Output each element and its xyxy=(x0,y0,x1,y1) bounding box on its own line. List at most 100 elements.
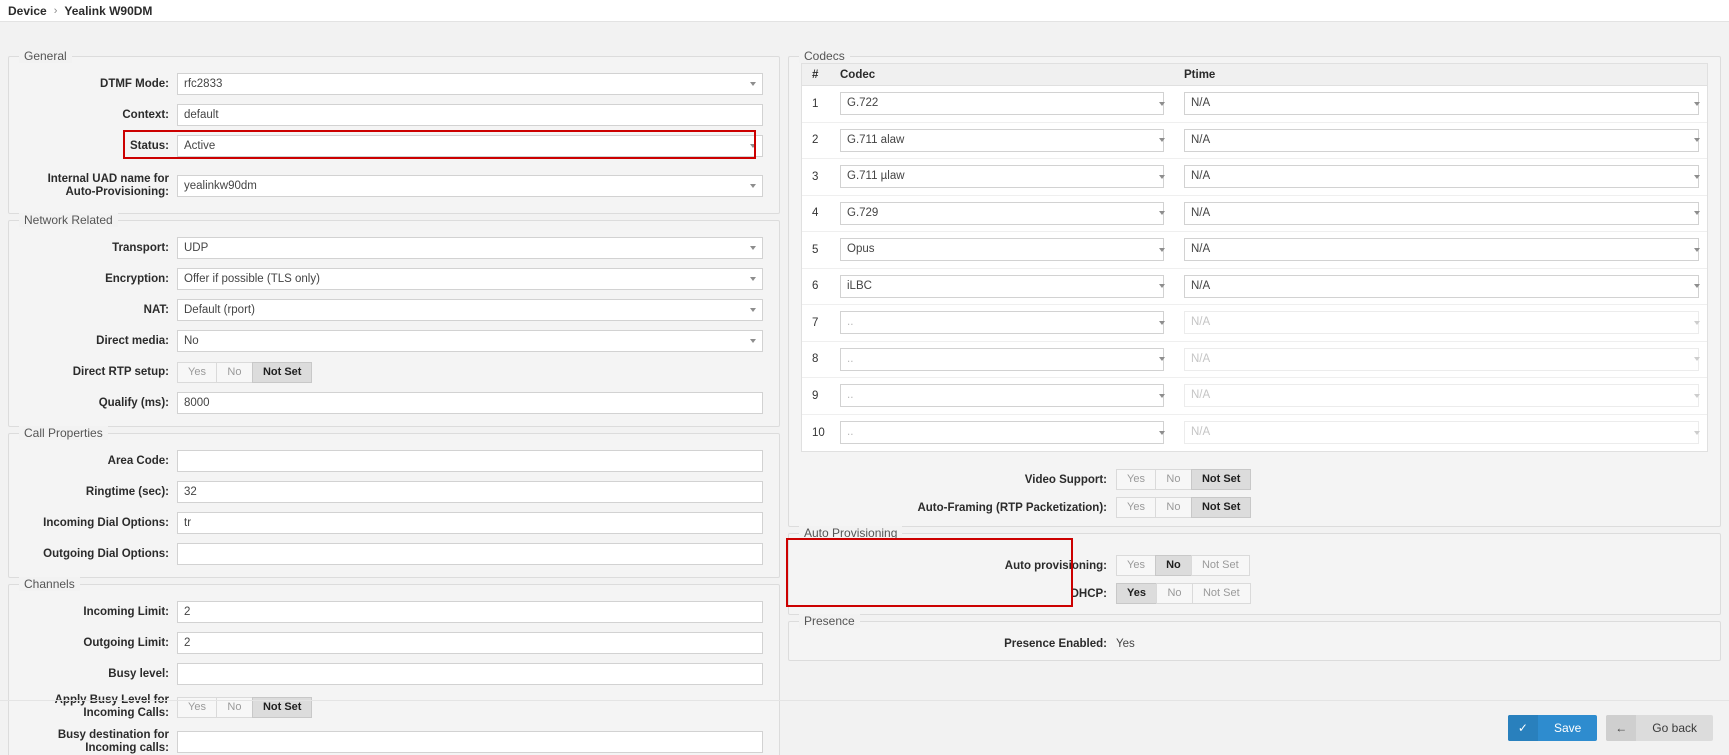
ringtime-input[interactable]: 32 xyxy=(177,481,763,503)
breadcrumb-item-current[interactable]: Yealink W90DM xyxy=(64,4,152,18)
incoming-dial-options-input[interactable]: tr xyxy=(177,512,763,534)
field-area-code-label: Area Code: xyxy=(107,454,169,467)
field-internal-uad-name: Internal UAD name for Auto-Provisioning:… xyxy=(25,173,763,199)
field-encryption-label: Encryption: xyxy=(105,272,169,285)
incoming-limit-input[interactable]: 2 xyxy=(177,601,763,623)
save-button-label: Save xyxy=(1553,721,1582,735)
direct-rtp-setup-option-yes[interactable]: Yes xyxy=(177,361,216,383)
footer-actions: ✓ Save ← Go back xyxy=(1499,715,1713,741)
group-general: General DTMF Mode: rfc2833 Context: defa… xyxy=(8,49,780,214)
group-channels: Channels Incoming Limit: 2 Outgoing Limi… xyxy=(8,577,780,755)
codec-select[interactable]: .. xyxy=(840,421,1164,445)
codec-select[interactable]: .. xyxy=(840,384,1164,408)
field-direct-media-label: Direct media: xyxy=(96,334,169,347)
video-support-option-not-set[interactable]: Not Set xyxy=(1190,469,1252,490)
field-apply-busy-level: Apply Busy Level for Incoming Calls: Yes… xyxy=(25,694,763,720)
left-column: General DTMF Mode: rfc2833 Context: defa… xyxy=(8,49,780,755)
codec-select[interactable]: .. xyxy=(840,347,1164,371)
codec-col-codec-header: Codec xyxy=(840,68,876,81)
table-row: 3 G.711 µlaw N/A xyxy=(802,159,1707,196)
ptime-select[interactable]: N/A xyxy=(1184,421,1699,445)
busy-level-input[interactable] xyxy=(177,663,763,685)
field-encryption: Encryption: Offer if possible (TLS only) xyxy=(25,268,763,290)
ptime-select[interactable]: N/A xyxy=(1184,92,1699,116)
auto-provisioning-option-yes[interactable]: Yes xyxy=(1116,555,1155,576)
group-auto-provisioning: Auto Provisioning Auto provisioning: Yes… xyxy=(788,526,1721,615)
ptime-select[interactable]: N/A xyxy=(1184,165,1699,189)
auto-framing-option-no[interactable]: No xyxy=(1154,497,1191,518)
ptime-select[interactable]: N/A xyxy=(1184,274,1699,298)
ptime-select[interactable]: N/A xyxy=(1184,384,1699,408)
dhcp-option-yes[interactable]: Yes xyxy=(1116,583,1156,604)
auto-framing-option-not-set[interactable]: Not Set xyxy=(1190,497,1252,518)
field-nat: NAT: Default (rport) xyxy=(25,299,763,321)
group-network-legend: Network Related xyxy=(19,213,118,227)
field-auto-provisioning-label: Auto provisioning: xyxy=(1004,559,1107,572)
field-auto-framing-label: Auto-Framing (RTP Packetization): xyxy=(917,501,1107,514)
direct-rtp-setup-option-no[interactable]: No xyxy=(215,361,252,383)
table-row: 6 iLBC N/A xyxy=(802,269,1707,305)
ptime-select[interactable]: N/A xyxy=(1184,128,1699,152)
outgoing-limit-input[interactable]: 2 xyxy=(177,632,763,654)
encryption-select[interactable]: Offer if possible (TLS only) xyxy=(177,268,763,290)
table-row: 5 Opus N/A xyxy=(802,232,1707,269)
codec-select[interactable]: iLBC xyxy=(840,274,1164,298)
right-column: Codecs # Codec Ptime 1 G.722 N/A 2 G.711… xyxy=(788,49,1721,667)
group-presence: Presence Presence Enabled: Yes xyxy=(788,614,1721,661)
video-support-option-yes[interactable]: Yes xyxy=(1116,469,1155,490)
context-input[interactable]: default xyxy=(177,104,763,126)
group-call-properties-legend: Call Properties xyxy=(19,426,108,440)
breadcrumb: Device › Yealink W90DM xyxy=(0,0,1729,22)
area-code-input[interactable] xyxy=(177,450,763,472)
field-apply-busy-level-label: Apply Busy Level for Incoming Calls: xyxy=(54,694,169,719)
field-busy-level: Busy level: xyxy=(25,663,763,685)
codec-select[interactable]: G.729 xyxy=(840,201,1164,225)
codec-table: # Codec Ptime 1 G.722 N/A 2 G.711 alaw N… xyxy=(801,63,1708,452)
codec-table-header: # Codec Ptime xyxy=(802,64,1707,86)
breadcrumb-item-device[interactable]: Device xyxy=(8,4,47,18)
field-ringtime: Ringtime (sec): 32 xyxy=(25,481,763,503)
group-call-properties: Call Properties Area Code: Ringtime (sec… xyxy=(8,426,780,578)
dtmf-mode-select[interactable]: rfc2833 xyxy=(177,73,763,95)
transport-select[interactable]: UDP xyxy=(177,237,763,259)
ptime-select[interactable]: N/A xyxy=(1184,311,1699,335)
field-direct-rtp-setup: Direct RTP setup: Yes No Not Set xyxy=(25,361,763,383)
outgoing-dial-options-input[interactable] xyxy=(177,543,763,565)
codec-col-number-header: # xyxy=(812,68,819,81)
status-select[interactable]: Active xyxy=(177,135,763,157)
footer-divider xyxy=(0,700,1729,701)
codec-row-number: 3 xyxy=(812,170,819,183)
auto-framing-option-yes[interactable]: Yes xyxy=(1116,497,1155,518)
field-status: Status: Active xyxy=(25,135,763,157)
codec-row-number: 9 xyxy=(812,389,819,402)
save-button[interactable]: ✓ Save xyxy=(1507,715,1598,741)
codec-select[interactable]: G.722 xyxy=(840,92,1164,116)
auto-provisioning-toggle-group: Yes No Not Set xyxy=(1116,555,1250,576)
go-back-button[interactable]: ← Go back xyxy=(1606,715,1713,741)
codec-select[interactable]: .. xyxy=(840,311,1164,335)
presence-enabled-value: Yes xyxy=(1116,638,1135,650)
dhcp-toggle-group: Yes No Not Set xyxy=(1116,583,1251,604)
auto-provisioning-option-not-set[interactable]: Not Set xyxy=(1190,555,1250,576)
qualify-input[interactable]: 8000 xyxy=(177,392,763,414)
ptime-select[interactable]: N/A xyxy=(1184,201,1699,225)
busy-destination-incoming-input[interactable] xyxy=(177,731,763,753)
auto-provisioning-option-no[interactable]: No xyxy=(1154,555,1191,576)
direct-media-select[interactable]: No xyxy=(177,330,763,352)
field-busy-destination-incoming: Busy destination for Incoming calls: xyxy=(25,729,763,755)
direct-rtp-setup-option-not-set[interactable]: Not Set xyxy=(251,361,313,383)
dhcp-option-no[interactable]: No xyxy=(1155,583,1192,604)
codec-select[interactable]: G.711 alaw xyxy=(840,128,1164,152)
codec-select[interactable]: Opus xyxy=(840,238,1164,262)
ptime-select[interactable]: N/A xyxy=(1184,238,1699,262)
internal-uad-name-select[interactable]: yealinkw90dm xyxy=(177,175,763,197)
codec-row-number: 1 xyxy=(812,97,819,110)
codec-row-number: 5 xyxy=(812,243,819,256)
field-outgoing-dial-options: Outgoing Dial Options: xyxy=(25,543,763,565)
dhcp-option-not-set[interactable]: Not Set xyxy=(1191,583,1251,604)
nat-select[interactable]: Default (rport) xyxy=(177,299,763,321)
table-row: 8 .. N/A xyxy=(802,342,1707,378)
video-support-option-no[interactable]: No xyxy=(1154,469,1191,490)
ptime-select[interactable]: N/A xyxy=(1184,347,1699,371)
codec-select[interactable]: G.711 µlaw xyxy=(840,165,1164,189)
